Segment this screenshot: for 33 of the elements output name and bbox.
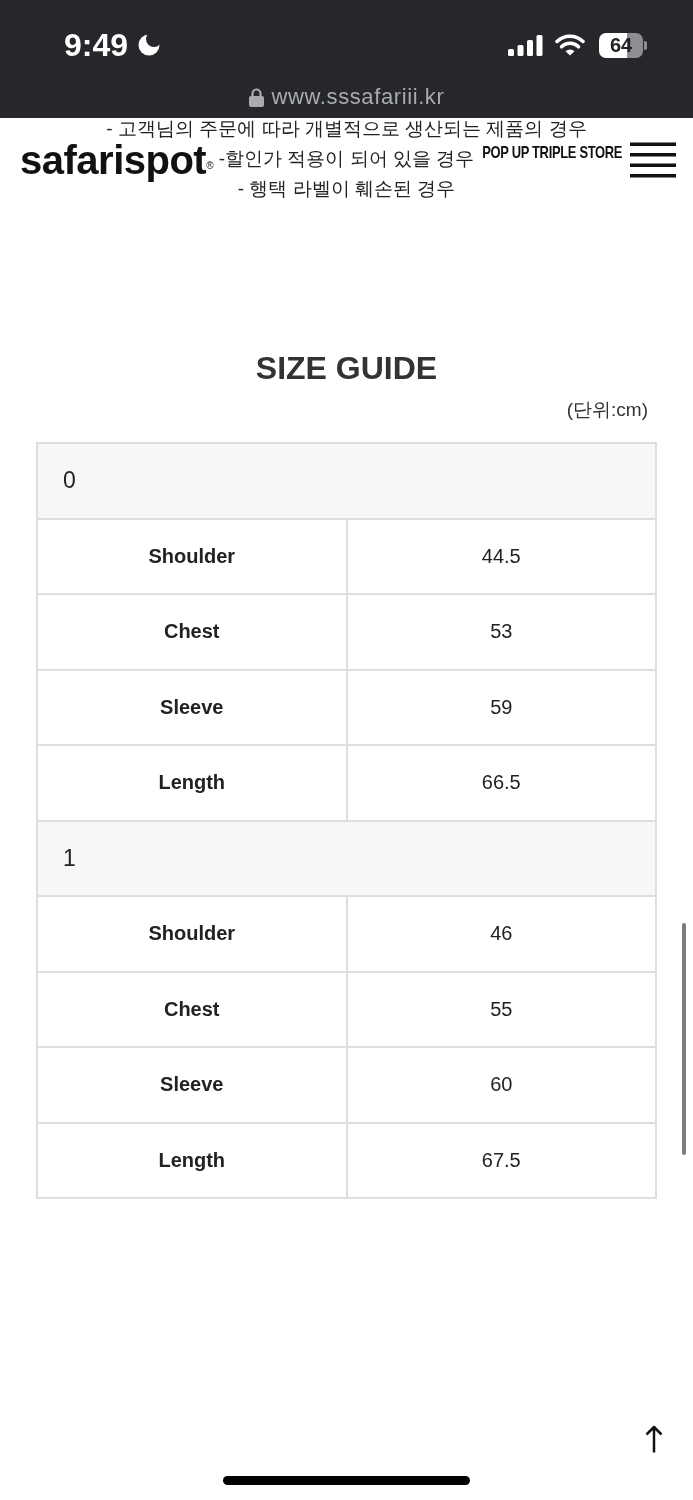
measurement-name-cell: Chest bbox=[37, 971, 347, 1047]
wifi-icon bbox=[555, 34, 585, 56]
measurement-name-cell: Chest bbox=[37, 594, 347, 670]
lock-icon bbox=[248, 87, 264, 107]
measurement-value-cell: 66.5 bbox=[346, 745, 656, 821]
measurement-name-cell: Length bbox=[37, 745, 347, 821]
unit-note: (단위:cm) bbox=[565, 398, 649, 422]
measurement-value-cell: 59 bbox=[346, 669, 656, 745]
notice-line: - 고객님의 주문에 따라 개별적으로 생산되는 제품의 경우 bbox=[106, 117, 587, 141]
signal-icon bbox=[508, 34, 543, 56]
measurement-name-cell: Shoulder bbox=[37, 518, 347, 594]
measurement-value-cell: 53 bbox=[346, 594, 656, 670]
size-heading-cell: 1 bbox=[37, 820, 656, 896]
measurement-value-cell: 55 bbox=[346, 971, 656, 1047]
measurement-name-cell: Sleeve bbox=[37, 669, 347, 745]
measurement-name-cell: Shoulder bbox=[37, 896, 347, 972]
measurement-value-cell: 60 bbox=[346, 1047, 656, 1123]
promo-link[interactable]: POP UP TRIPLE STORE bbox=[482, 143, 622, 163]
notice-line: -할인가 적용이 되어 있을 경우 bbox=[218, 147, 475, 171]
notice-line: - 행택 라벨이 훼손된 경우 bbox=[237, 177, 456, 201]
size-heading-cell: 0 bbox=[37, 443, 656, 519]
measurement-name-cell: Sleeve bbox=[37, 1047, 347, 1123]
measurement-value-cell: 44.5 bbox=[346, 518, 656, 594]
measurement-value-cell: 67.5 bbox=[346, 1122, 656, 1198]
measurement-value-cell: 46 bbox=[346, 896, 656, 972]
status-time: 9:49 bbox=[64, 28, 129, 62]
section-title: SIZE GUIDE bbox=[254, 349, 439, 388]
menu-icon[interactable] bbox=[630, 142, 676, 178]
moon-icon bbox=[138, 34, 161, 56]
measurement-name-cell: Length bbox=[37, 1122, 347, 1198]
up-arrow-icon[interactable] bbox=[645, 1425, 663, 1453]
battery-percentage: 64 bbox=[599, 32, 643, 58]
address-bar-url[interactable]: www.sssafariii.kr bbox=[271, 85, 445, 109]
